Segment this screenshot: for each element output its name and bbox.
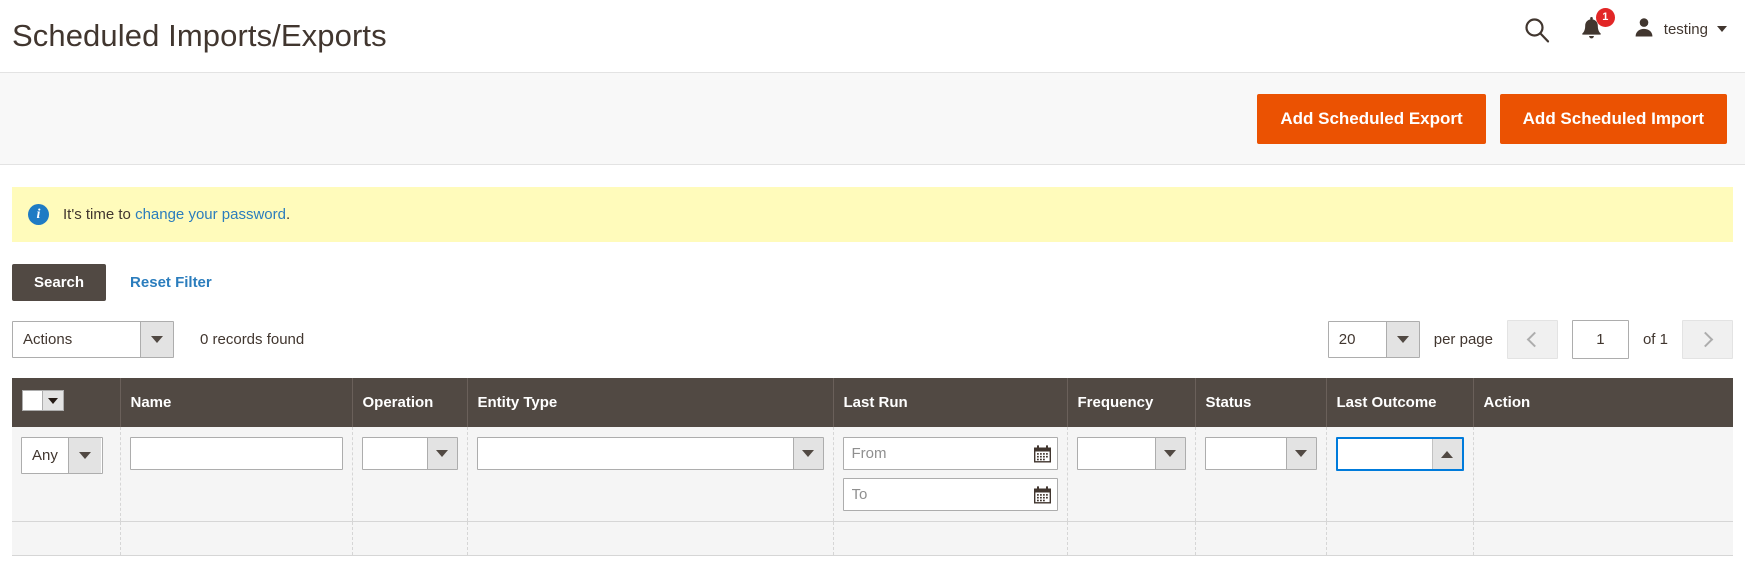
filter-status-value xyxy=(1206,438,1286,469)
scheduled-operations-grid: Name Operation Entity Type Last Run Freq… xyxy=(12,378,1733,556)
chevron-down-icon xyxy=(140,322,173,357)
change-password-link[interactable]: change your password xyxy=(135,206,286,223)
message-prefix: It's time to xyxy=(63,206,136,223)
filter-cell-name xyxy=(120,427,353,522)
chevron-down-icon xyxy=(426,438,457,469)
chevron-up-icon xyxy=(1431,439,1462,469)
per-page-select[interactable]: 20 xyxy=(1327,321,1420,358)
per-page-label: per page xyxy=(1433,331,1493,348)
previous-page-button[interactable] xyxy=(1506,320,1558,359)
grid-controls: Actions 0 records found 20 per page of 1 xyxy=(0,301,1745,359)
current-page-input[interactable] xyxy=(1571,320,1629,359)
filter-frequency-select[interactable] xyxy=(1076,437,1186,470)
chevron-right-icon xyxy=(1697,331,1714,348)
page-header: Scheduled Imports/Exports 1 testing xyxy=(0,0,1745,72)
filter-cell-frequency xyxy=(1067,427,1196,522)
per-page-value: 20 xyxy=(1338,331,1356,348)
filter-cell-last-outcome xyxy=(1326,427,1474,522)
column-header-last-run[interactable]: Last Run xyxy=(833,378,1068,427)
filter-last-run-from xyxy=(842,437,1058,470)
filter-cell-entity-type xyxy=(467,427,834,522)
column-header-operation[interactable]: Operation xyxy=(352,378,468,427)
filter-cell-select: Any xyxy=(12,427,121,522)
massaction-select[interactable]: Actions xyxy=(12,321,174,358)
column-header-select xyxy=(12,378,121,427)
filter-frequency-value xyxy=(1078,438,1155,469)
column-header-frequency[interactable]: Frequency xyxy=(1067,378,1196,427)
filter-operation-select[interactable] xyxy=(361,437,458,470)
filter-cell-last-run xyxy=(833,427,1068,522)
chevron-down-icon xyxy=(1154,438,1185,469)
filter-name-input[interactable] xyxy=(129,437,343,470)
column-header-status[interactable]: Status xyxy=(1195,378,1327,427)
notifications-bell-icon[interactable]: 1 xyxy=(1580,7,1615,42)
filter-status-select[interactable] xyxy=(1204,437,1317,470)
filter-cell-status xyxy=(1195,427,1327,522)
column-header-action[interactable]: Action xyxy=(1473,378,1733,427)
search-button[interactable]: Search xyxy=(12,264,107,301)
avatar-user-icon xyxy=(1633,16,1655,43)
filter-entity-type-value xyxy=(478,438,793,469)
pager: 20 per page of 1 xyxy=(1327,320,1733,359)
info-icon: i xyxy=(28,204,49,225)
select-all-checkbox-dropdown[interactable] xyxy=(22,390,64,411)
header-actions: 1 testing xyxy=(1523,7,1727,57)
chevron-down-icon[interactable] xyxy=(43,390,64,411)
calendar-icon[interactable] xyxy=(1033,444,1052,463)
chevron-left-icon xyxy=(1526,331,1543,348)
filter-actions: Search Reset Filter xyxy=(0,242,1745,301)
filter-cell-action xyxy=(1473,427,1733,522)
chevron-down-icon xyxy=(67,438,101,473)
filter-select-all-value: Any xyxy=(32,447,58,464)
records-found-label: 0 records found xyxy=(200,331,305,348)
password-notice-message: i It's time to change your password. xyxy=(12,187,1733,242)
filter-entity-type-select[interactable] xyxy=(476,437,824,470)
massaction-value: Actions xyxy=(23,331,73,348)
notifications-count-badge: 1 xyxy=(1595,7,1615,27)
column-header-name[interactable]: Name xyxy=(120,378,353,427)
search-icon[interactable] xyxy=(1523,16,1550,43)
user-menu[interactable]: testing xyxy=(1633,16,1727,43)
filter-last-run-from-input[interactable] xyxy=(842,437,1058,470)
grid-filter-row: Any xyxy=(12,427,1733,522)
select-all-checkbox[interactable] xyxy=(22,390,43,411)
grid-empty-row xyxy=(12,521,1733,556)
add-scheduled-export-button[interactable]: Add Scheduled Export xyxy=(1257,93,1486,144)
next-page-button[interactable] xyxy=(1682,320,1733,359)
filter-last-outcome-value xyxy=(1338,439,1432,469)
grid-header-row: Name Operation Entity Type Last Run Freq… xyxy=(12,378,1733,427)
reset-filter-link[interactable]: Reset Filter xyxy=(130,274,212,291)
message-text: It's time to change your password. xyxy=(63,206,290,223)
chevron-down-icon xyxy=(1285,438,1316,469)
page-actions-toolbar: Add Scheduled Export Add Scheduled Impor… xyxy=(0,72,1745,165)
filter-operation-value xyxy=(363,438,427,469)
filter-last-outcome-select[interactable] xyxy=(1335,437,1464,471)
calendar-icon[interactable] xyxy=(1033,485,1052,504)
user-name-label: testing xyxy=(1663,20,1708,38)
column-header-entity-type[interactable]: Entity Type xyxy=(467,378,834,427)
filter-select-all[interactable]: Any xyxy=(21,437,103,474)
total-pages-label: of 1 xyxy=(1642,331,1668,348)
messages-area: i It's time to change your password. xyxy=(0,165,1745,242)
grid-wrapper: Name Operation Entity Type Last Run Freq… xyxy=(0,359,1745,556)
column-header-last-outcome[interactable]: Last Outcome xyxy=(1326,378,1474,427)
message-suffix: . xyxy=(286,206,291,223)
filter-last-run-to-input[interactable] xyxy=(842,478,1058,511)
page-title: Scheduled Imports/Exports xyxy=(12,18,387,53)
add-scheduled-import-button[interactable]: Add Scheduled Import xyxy=(1499,93,1727,144)
filter-cell-operation xyxy=(352,427,468,522)
chevron-down-icon xyxy=(1385,322,1419,357)
filter-last-run-to xyxy=(842,478,1058,511)
chevron-down-icon xyxy=(792,438,823,469)
chevron-down-icon xyxy=(1717,26,1727,32)
